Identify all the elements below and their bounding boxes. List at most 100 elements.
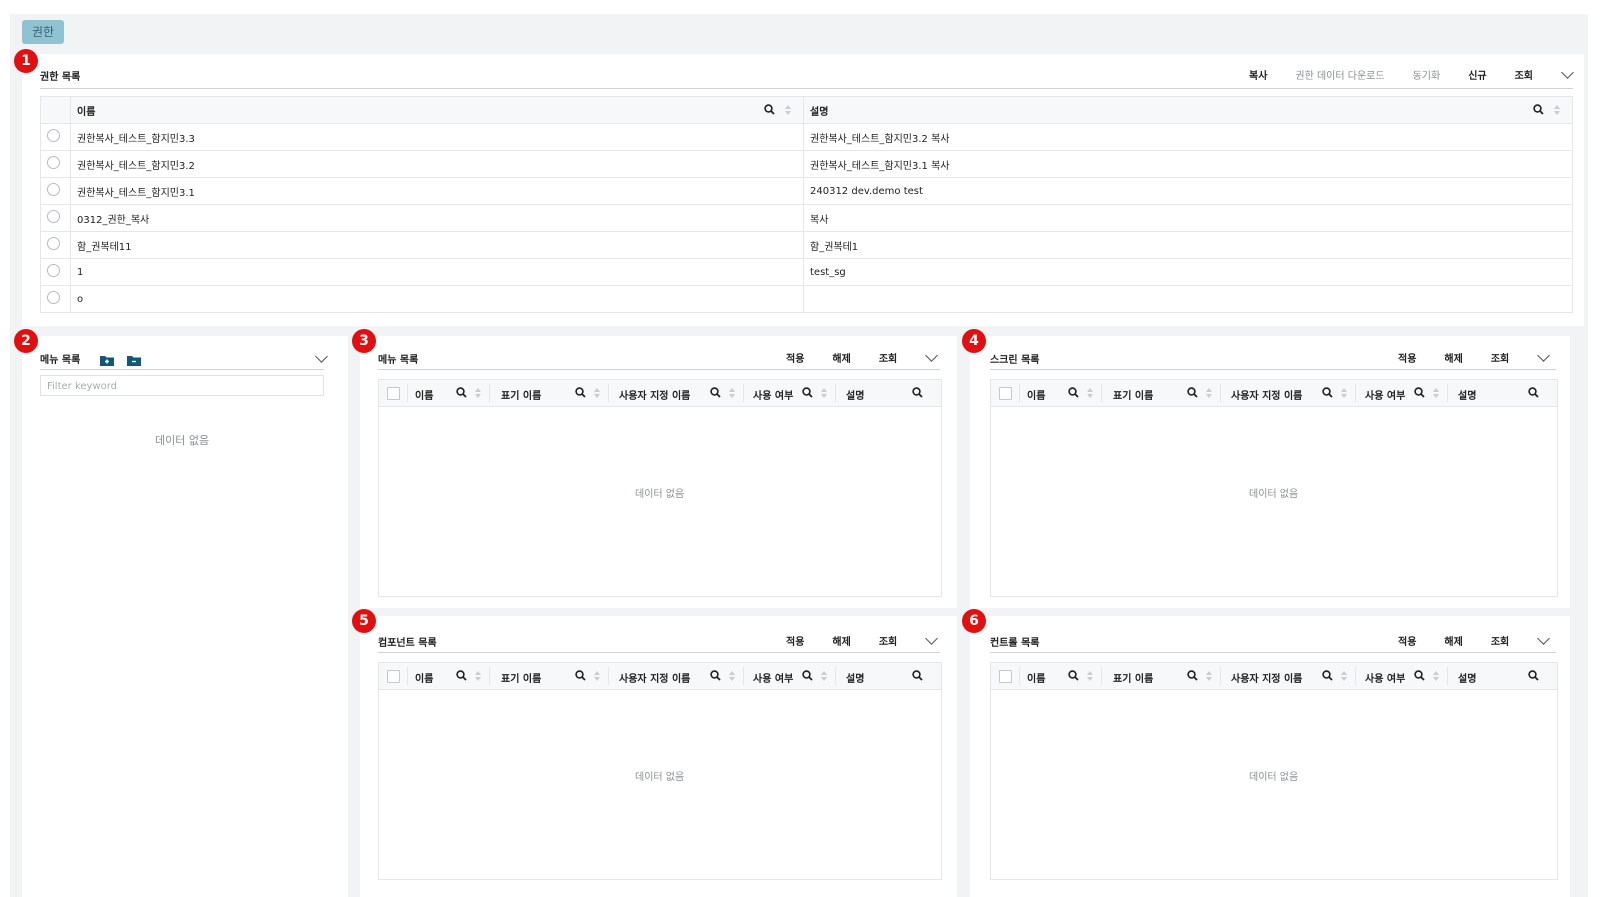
row-radio[interactable] [47, 264, 60, 277]
row-radio[interactable] [47, 129, 60, 142]
table-row[interactable]: 권한복사_테스트_함지민3.3 권한복사_테스트_함지민3.2 복사 [40, 123, 1573, 151]
sort-icon[interactable] [594, 671, 600, 681]
collapse-chevron-icon[interactable] [925, 348, 939, 362]
search-button[interactable]: 조회 [1491, 350, 1509, 365]
column-use[interactable]: 사용 여부 [753, 387, 793, 402]
filter-keyword-input[interactable]: Filter keyword [40, 375, 324, 396]
sort-icon[interactable] [1087, 671, 1093, 681]
sort-icon[interactable] [1433, 388, 1439, 398]
folder-add-icon[interactable] [99, 355, 114, 366]
column-desc[interactable]: 설명 [846, 387, 864, 402]
apply-button[interactable]: 적용 [786, 350, 804, 365]
column-desc[interactable]: 설명 [1458, 387, 1476, 402]
select-all-checkbox[interactable] [999, 670, 1012, 683]
search-icon[interactable] [1533, 104, 1544, 115]
search-button[interactable]: 조회 [879, 633, 897, 648]
table-row[interactable]: 1 test_sg [40, 258, 1573, 286]
column-display-name[interactable]: 표기 이름 [1113, 670, 1153, 685]
release-button[interactable]: 해제 [832, 633, 850, 648]
sort-icon[interactable] [785, 105, 791, 115]
sort-icon[interactable] [1341, 671, 1347, 681]
column-custom-name[interactable]: 사용자 지정 이름 [619, 670, 690, 685]
column-display-name[interactable]: 표기 이름 [501, 387, 541, 402]
download-button[interactable]: 권한 데이터 다운로드 [1295, 67, 1384, 82]
column-custom-name[interactable]: 사용자 지정 이름 [619, 387, 690, 402]
row-radio[interactable] [47, 183, 60, 196]
sort-icon[interactable] [1206, 671, 1212, 681]
search-icon[interactable] [912, 670, 923, 681]
search-icon[interactable] [802, 670, 813, 681]
search-icon[interactable] [1322, 670, 1333, 681]
search-button[interactable]: 조회 [879, 350, 897, 365]
column-display-name[interactable]: 표기 이름 [1113, 387, 1153, 402]
select-all-checkbox[interactable] [387, 670, 400, 683]
search-icon[interactable] [1414, 670, 1425, 681]
search-icon[interactable] [912, 387, 923, 398]
search-icon[interactable] [1414, 387, 1425, 398]
release-button[interactable]: 해제 [832, 350, 850, 365]
search-icon[interactable] [575, 670, 586, 681]
column-display-name[interactable]: 표기 이름 [501, 670, 541, 685]
collapse-chevron-icon[interactable] [1537, 631, 1551, 645]
table-row[interactable]: 0312_권한_복사 복사 [40, 204, 1573, 232]
search-icon[interactable] [1322, 387, 1333, 398]
apply-button[interactable]: 적용 [786, 633, 804, 648]
copy-button[interactable]: 복사 [1249, 67, 1267, 82]
sort-icon[interactable] [594, 388, 600, 398]
new-button[interactable]: 신규 [1468, 67, 1486, 82]
release-button[interactable]: 해제 [1444, 350, 1462, 365]
sort-icon[interactable] [1087, 388, 1093, 398]
sort-icon[interactable] [821, 388, 827, 398]
sort-icon[interactable] [729, 388, 735, 398]
column-custom-name[interactable]: 사용자 지정 이름 [1231, 670, 1302, 685]
sort-icon[interactable] [1554, 105, 1560, 115]
sort-icon[interactable] [821, 671, 827, 681]
column-name[interactable]: 이름 [415, 387, 433, 402]
search-icon[interactable] [456, 387, 467, 398]
search-icon[interactable] [1068, 387, 1079, 398]
sort-icon[interactable] [729, 671, 735, 681]
tab-role[interactable]: 권한 [22, 20, 64, 44]
sync-button[interactable]: 동기화 [1413, 67, 1441, 82]
sort-icon[interactable] [1341, 388, 1347, 398]
release-button[interactable]: 해제 [1444, 633, 1462, 648]
column-desc[interactable]: 설명 [803, 96, 1573, 124]
column-custom-name[interactable]: 사용자 지정 이름 [1231, 387, 1302, 402]
column-name[interactable]: 이름 [415, 670, 433, 685]
select-all-checkbox[interactable] [999, 387, 1012, 400]
collapse-chevron-icon[interactable] [1537, 348, 1551, 362]
column-name[interactable]: 이름 [1027, 670, 1045, 685]
search-icon[interactable] [802, 387, 813, 398]
search-button[interactable]: 조회 [1491, 633, 1509, 648]
row-radio[interactable] [47, 291, 60, 304]
column-use[interactable]: 사용 여부 [1365, 670, 1405, 685]
search-icon[interactable] [764, 104, 775, 115]
search-icon[interactable] [456, 670, 467, 681]
table-row[interactable]: 권한복사_테스트_함지민3.1 240312 dev.demo test [40, 177, 1573, 205]
search-icon[interactable] [575, 387, 586, 398]
column-name[interactable]: 이름 [70, 96, 804, 124]
column-desc[interactable]: 설명 [846, 670, 864, 685]
search-icon[interactable] [710, 670, 721, 681]
apply-button[interactable]: 적용 [1398, 633, 1416, 648]
search-button[interactable]: 조회 [1515, 67, 1533, 82]
search-icon[interactable] [1187, 387, 1198, 398]
search-icon[interactable] [1187, 670, 1198, 681]
apply-button[interactable]: 적용 [1398, 350, 1416, 365]
table-row[interactable]: 함_권복테11 함_권복테1 [40, 231, 1573, 259]
column-name[interactable]: 이름 [1027, 387, 1045, 402]
sort-icon[interactable] [1206, 388, 1212, 398]
column-use[interactable]: 사용 여부 [753, 670, 793, 685]
search-icon[interactable] [1068, 670, 1079, 681]
table-row[interactable]: 권한복사_테스트_함지민3.2 권한복사_테스트_함지민3.1 복사 [40, 150, 1573, 178]
select-all-checkbox[interactable] [387, 387, 400, 400]
search-icon[interactable] [1528, 387, 1539, 398]
folder-remove-icon[interactable] [127, 355, 142, 366]
column-use[interactable]: 사용 여부 [1365, 387, 1405, 402]
column-desc[interactable]: 설명 [1458, 670, 1476, 685]
sort-icon[interactable] [475, 388, 481, 398]
row-radio[interactable] [47, 237, 60, 250]
collapse-chevron-icon[interactable] [1561, 65, 1574, 79]
sort-icon[interactable] [1433, 671, 1439, 681]
search-icon[interactable] [710, 387, 721, 398]
